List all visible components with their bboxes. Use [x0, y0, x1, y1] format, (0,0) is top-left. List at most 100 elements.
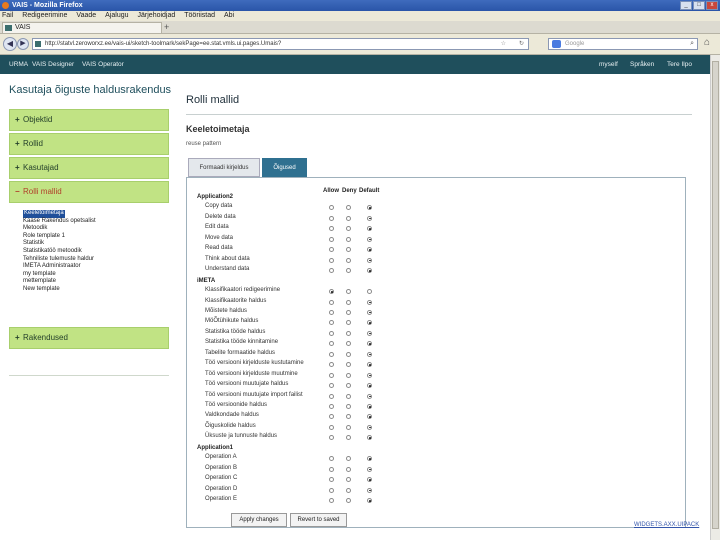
sidebar-item-kasutajad[interactable]: + Kasutajad [9, 157, 169, 179]
template-item-selected[interactable]: Keeletoimetaja [23, 210, 65, 218]
radio-deny[interactable] [346, 372, 351, 378]
radio-allow[interactable] [329, 372, 334, 378]
template-item[interactable]: Role template 1 [23, 233, 169, 241]
menu-file[interactable]: Fail [2, 11, 13, 21]
nav-link-urma[interactable]: URMA [9, 55, 28, 74]
home-icon[interactable]: ⌂ [704, 37, 710, 48]
expand-icon: + [15, 115, 20, 124]
sidebar-item-objektid[interactable]: + Objektid [9, 109, 169, 131]
radio-deny[interactable] [346, 299, 351, 305]
radio-default[interactable] [367, 424, 372, 430]
radio-deny[interactable] [346, 330, 351, 336]
radio-allow[interactable] [329, 309, 334, 315]
radio-default[interactable] [367, 372, 372, 378]
address-bar[interactable]: http://statvl.zeroworxz.ee/vais-ui/sketc… [32, 38, 529, 50]
template-item[interactable]: IMETA Administraator [23, 263, 169, 271]
nav-link-vais-operator[interactable]: VAIS Operator [82, 55, 124, 74]
template-item[interactable]: Tehniliste tulemuste haldur [23, 256, 169, 264]
radio-allow[interactable] [329, 404, 334, 409]
menu-view[interactable]: Vaade [76, 11, 96, 21]
tab-format[interactable]: Formaadi kirjeldus [188, 158, 260, 177]
radio-default[interactable] [367, 330, 372, 336]
radio-deny[interactable] [346, 309, 351, 315]
minimize-button[interactable]: _ [680, 1, 692, 10]
page-scrollbar[interactable] [710, 55, 720, 540]
radio-deny[interactable] [346, 393, 351, 399]
template-item[interactable]: Metoodik [23, 225, 169, 233]
template-item[interactable]: my template [23, 271, 169, 279]
permission-label: MöÕtühikute haldus [205, 318, 259, 325]
radio-deny[interactable] [346, 466, 351, 472]
menu-help[interactable]: Abi [224, 11, 234, 21]
permission-group-header: Application2 [197, 194, 234, 200]
radio-default[interactable] [367, 236, 372, 242]
radio-allow[interactable] [329, 257, 334, 263]
sidebar-item-rolli-mallid[interactable]: − Rolli mallid [9, 181, 169, 203]
forward-button[interactable]: ▶ [17, 38, 29, 50]
nav-link-user[interactable]: Tere Ilpo [667, 55, 692, 74]
site-identity-icon [35, 41, 41, 47]
radio-default[interactable] [367, 393, 372, 399]
browser-tab[interactable]: VAIS [2, 22, 162, 33]
radio-default[interactable] [367, 487, 372, 493]
radio-default[interactable] [367, 257, 372, 263]
reload-icon[interactable]: ↻ [519, 39, 524, 49]
radio-allow[interactable] [329, 424, 334, 430]
nav-link-language[interactable]: Språken [630, 55, 654, 74]
radio-allow[interactable] [329, 215, 334, 221]
footer-link[interactable]: WIDGETS.AXX.UIPACK [634, 522, 699, 528]
close-window-button[interactable]: x [706, 1, 718, 10]
radio-deny[interactable] [346, 351, 351, 357]
radio-default[interactable] [367, 215, 372, 221]
menu-bookmarks[interactable]: Järjehoidjad [138, 11, 176, 21]
radio-default[interactable] [367, 351, 372, 357]
search-input[interactable]: Google ⌕ [548, 38, 698, 50]
radio-deny[interactable] [346, 424, 351, 430]
radio-allow[interactable] [329, 466, 334, 472]
radio-default[interactable] [367, 299, 372, 305]
radio-deny[interactable] [346, 404, 351, 409]
column-header-deny: Deny [342, 188, 357, 194]
permission-label: Operation A [205, 454, 237, 461]
radio-allow[interactable] [329, 299, 334, 305]
scrollbar-thumb[interactable] [712, 61, 719, 529]
sidebar-item-rakendused[interactable]: + Rakendused [9, 327, 169, 349]
template-item[interactable]: mettemplate [23, 278, 169, 286]
radio-allow[interactable] [329, 236, 334, 242]
nav-link-vais-designer[interactable]: VAIS Designer [32, 55, 74, 74]
menu-bar: Fail Redigeerimine Vaade Ajalugu Järjeho… [0, 11, 720, 21]
radio-deny[interactable] [346, 257, 351, 263]
window-title: VAIS - Mozilla Firefox [12, 2, 83, 9]
menu-edit[interactable]: Redigeerimine [22, 11, 67, 21]
radio-allow[interactable] [329, 393, 334, 399]
tab-permissions[interactable]: Õigused [262, 158, 307, 177]
revert-to-saved-button[interactable]: Revert to saved [290, 513, 347, 527]
menu-history[interactable]: Ajalugu [105, 11, 128, 21]
radio-allow[interactable] [329, 351, 334, 357]
menu-tools[interactable]: Tööriistad [184, 11, 215, 21]
new-tab-button[interactable]: + [164, 22, 169, 32]
site-favicon-icon [5, 25, 12, 31]
permission-label: Töö versiooni kirjelduste kustutamine [205, 360, 304, 367]
apply-changes-button[interactable]: Apply changes [231, 513, 287, 527]
radio-default[interactable] [367, 309, 372, 315]
radio-allow[interactable] [329, 330, 334, 336]
radio-deny[interactable] [346, 236, 351, 242]
radio-deny[interactable] [346, 487, 351, 493]
template-item[interactable]: Statistikatöö metoodik [23, 248, 169, 256]
bookmark-star-icon[interactable]: ☆ [501, 39, 506, 49]
template-item[interactable]: New template [23, 286, 169, 294]
nav-link-myself[interactable]: myself [599, 55, 618, 74]
radio-allow[interactable] [329, 487, 334, 493]
address-text: http://statvl.zeroworxz.ee/vais-ui/sketc… [45, 41, 282, 47]
maximize-button[interactable]: □ [693, 1, 705, 10]
radio-default[interactable] [367, 466, 372, 472]
radio-default[interactable] [367, 404, 372, 409]
title-divider [186, 114, 692, 115]
search-icon[interactable]: ⌕ [690, 39, 694, 49]
template-item[interactable]: Statistik [23, 240, 169, 248]
radio-deny[interactable] [346, 215, 351, 221]
back-button[interactable]: ◀ [3, 37, 17, 51]
sidebar-item-rollid[interactable]: + Rollid [9, 133, 169, 155]
template-item[interactable]: Kaase Rakendus opetsalist [23, 218, 169, 226]
